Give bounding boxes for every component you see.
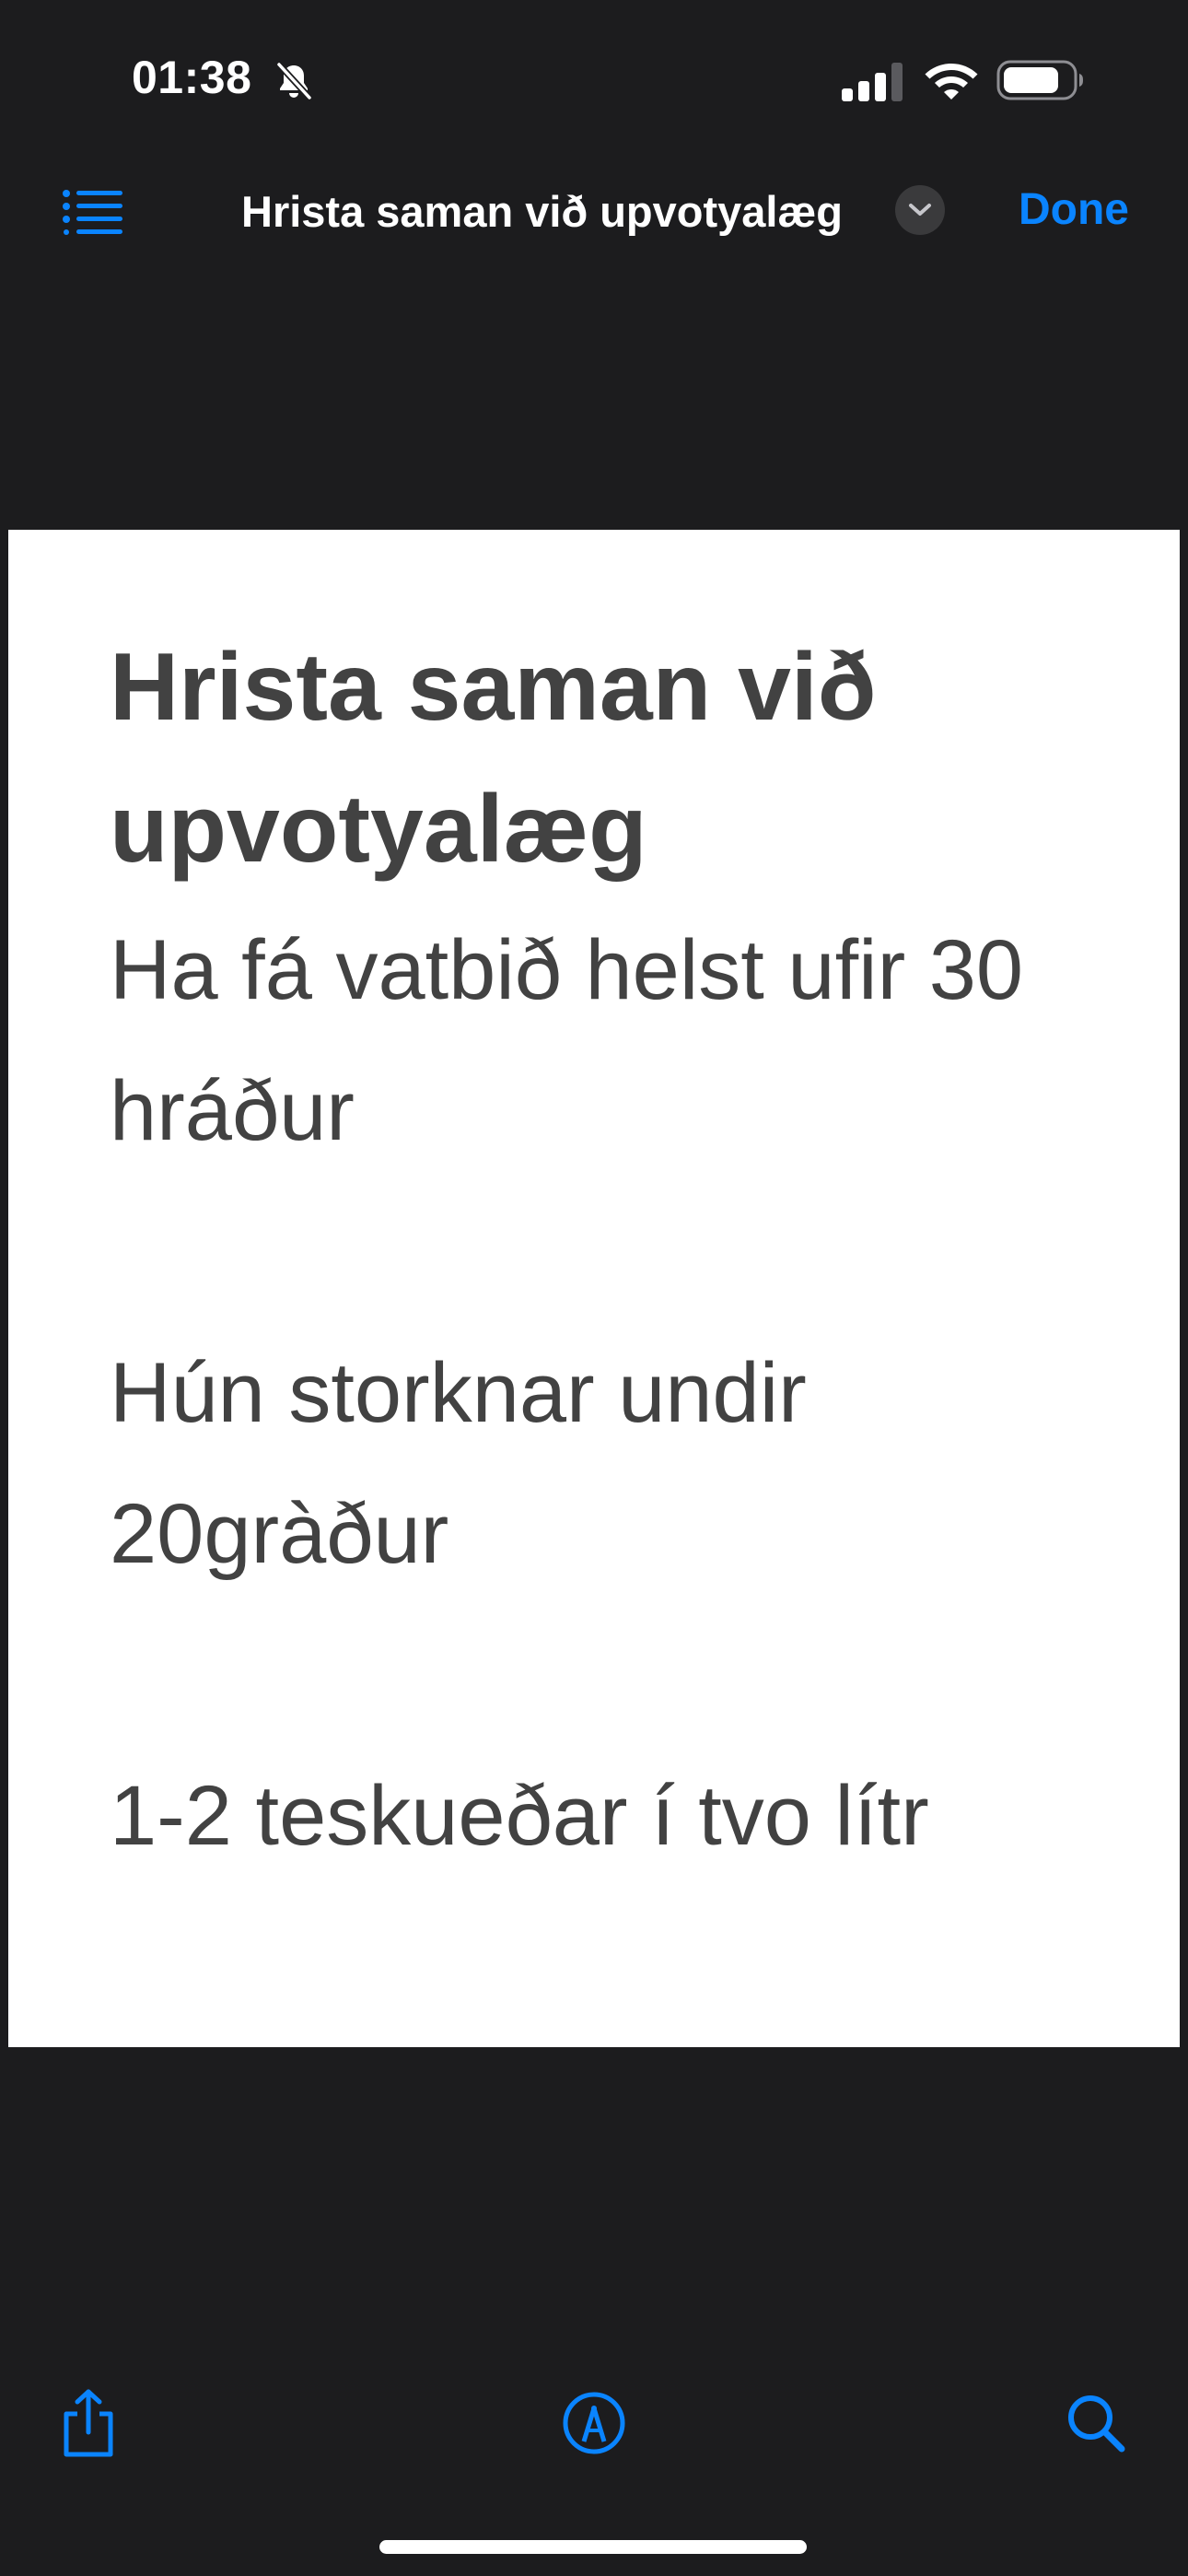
document-page: Hrista saman við upvotyalæg Ha fá vatbið… — [8, 530, 1180, 2047]
title-menu-button[interactable] — [895, 185, 945, 235]
document-heading: Hrista saman við upvotyalæg — [110, 634, 877, 883]
document-content: Hrista saman við upvotyalæg Ha fá vatbið… — [110, 616, 1141, 1887]
list-icon — [63, 190, 122, 235]
battery-icon — [996, 60, 1083, 100]
document-paragraph: Hún storknar undir 20gràður — [110, 1346, 807, 1581]
share-icon — [64, 2389, 113, 2457]
markup-pen-icon — [563, 2392, 625, 2454]
document-title[interactable]: Hrista saman við upvotyalæg — [241, 186, 843, 237]
document-paragraph: Ha fá vatbið helst ufir 30 hráður — [110, 923, 1024, 1158]
markup-button[interactable] — [557, 2386, 631, 2460]
table-of-contents-button[interactable] — [55, 182, 129, 241]
cellular-signal-icon — [842, 63, 903, 101]
document-paragraph: 1-2 teskueðar í tvo lítr — [110, 1769, 929, 1863]
done-button[interactable]: Done — [1019, 184, 1129, 235]
nav-bar: Hrista saman við upvotyalæg Done — [0, 166, 1188, 258]
share-button[interactable] — [52, 2386, 125, 2460]
home-indicator[interactable] — [379, 2540, 807, 2554]
status-bar: 01:38 — [0, 0, 1188, 157]
chevron-down-icon — [909, 204, 931, 216]
status-time: 01:38 — [132, 52, 252, 103]
bottom-toolbar — [0, 2368, 1188, 2478]
bell-slash-icon — [275, 61, 313, 101]
search-icon — [1068, 2395, 1125, 2453]
wifi-icon — [925, 64, 978, 100]
search-button[interactable] — [1059, 2386, 1133, 2460]
